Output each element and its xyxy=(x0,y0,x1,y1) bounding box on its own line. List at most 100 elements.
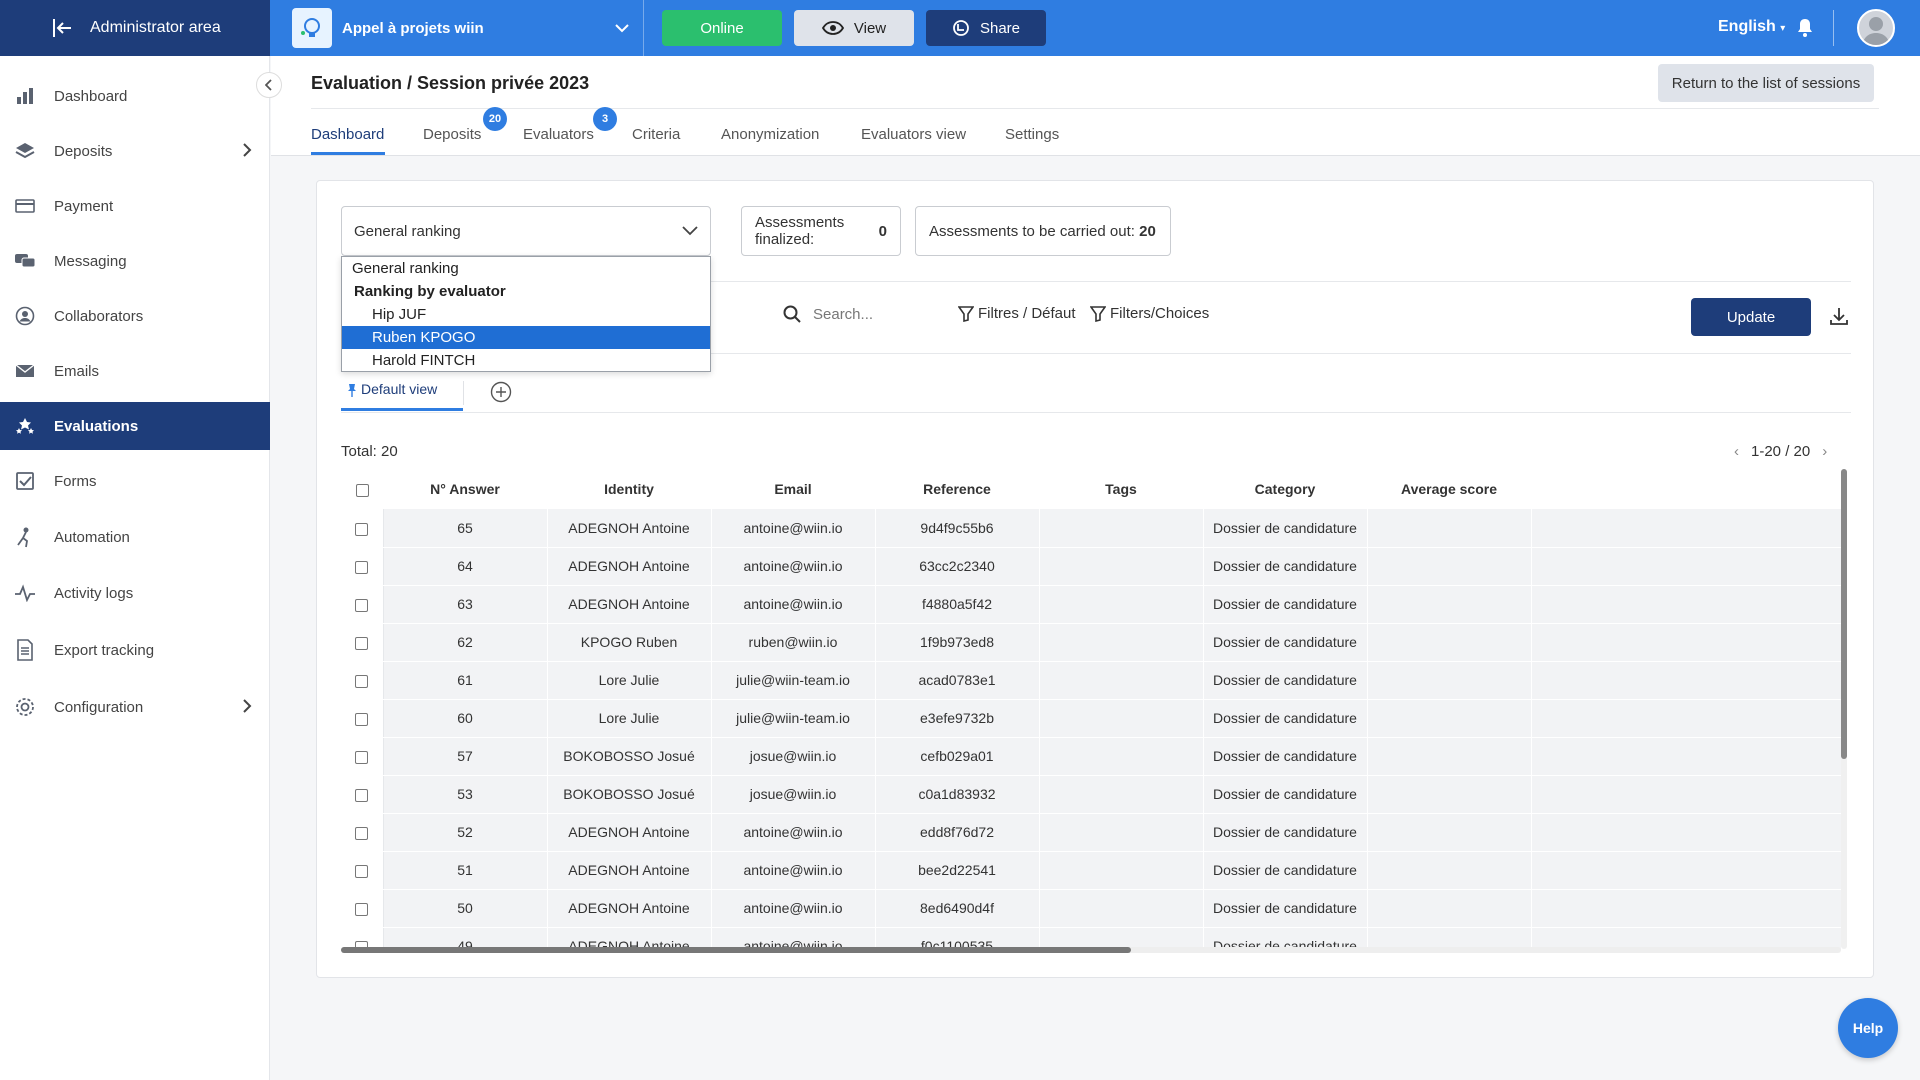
sidebar-item-payment[interactable]: Payment xyxy=(0,182,270,230)
table-cell-empty xyxy=(1531,661,1841,700)
sidebar-item-dashboard[interactable]: Dashboard xyxy=(0,72,270,120)
download-icon[interactable] xyxy=(1829,306,1849,331)
table-cell xyxy=(1039,623,1204,662)
table-row[interactable]: 63 ADEGNOH Antoine antoine@wiin.io f4880a5f… xyxy=(341,585,1841,624)
table-cell xyxy=(1367,889,1532,928)
table-row[interactable]: 52 ADEGNOH Antoine antoine@wiin.io edd8f76d… xyxy=(341,813,1841,852)
top-bar: Administrator area Appel à projets wiin … xyxy=(0,0,1920,56)
table-row[interactable]: 65 ADEGNOH Antoine antoine@wiin.io 9d4f9c55… xyxy=(341,509,1841,548)
sidebar-item-messaging[interactable]: Messaging xyxy=(0,237,270,285)
admin-area-link[interactable]: Administrator area xyxy=(0,0,270,56)
search-placeholder: Search... xyxy=(813,305,874,323)
horizontal-scrollbar[interactable] xyxy=(341,947,1841,953)
sidebar-item-emails[interactable]: Emails xyxy=(0,347,270,395)
row-checkbox[interactable] xyxy=(355,864,369,878)
filter-choices-button[interactable]: Filters/Choices xyxy=(1090,305,1209,322)
table-row[interactable]: 57 BOKOBOSSO Josué josue@wiin.io cefb029a01… xyxy=(341,737,1841,776)
view-tab-default[interactable]: Default view xyxy=(341,381,463,411)
row-checkbox[interactable] xyxy=(355,750,369,764)
sidebar-item-deposits[interactable]: Deposits xyxy=(0,127,270,175)
chevron-left-icon[interactable]: ‹ xyxy=(1734,443,1739,460)
chat-icon xyxy=(14,250,36,272)
search-input[interactable]: Search... xyxy=(783,305,873,323)
tab-settings[interactable]: Settings xyxy=(1005,126,1059,143)
table-row[interactable]: 62 KPOGO Ruben ruben@wiin.io 1f9b973ed8 Doss… xyxy=(341,623,1841,662)
table-row[interactable]: 49 ADEGNOH Antoine antoine@wiin.io f0c11005… xyxy=(341,927,1841,949)
row-checkbox[interactable] xyxy=(355,560,369,574)
ranking-option-evaluator[interactable]: Ruben KPOGO xyxy=(342,326,710,349)
ranking-select[interactable]: General ranking xyxy=(341,206,711,256)
tab-evaluators-view[interactable]: Evaluators view xyxy=(861,126,966,143)
bell-icon[interactable] xyxy=(1796,18,1814,43)
sidebar-item-export-tracking[interactable]: Export tracking xyxy=(0,626,270,674)
row-select-cell xyxy=(341,737,384,776)
view-button[interactable]: View xyxy=(794,10,914,46)
table-row[interactable]: 64 ADEGNOH Antoine antoine@wiin.io 63cc2c23… xyxy=(341,547,1841,586)
table-cell: antoine@wiin.io xyxy=(711,509,876,548)
sidebar-item-label: Forms xyxy=(54,472,97,490)
tab-evaluators[interactable]: Evaluators xyxy=(523,126,594,143)
language-selector[interactable]: English ▾ xyxy=(1718,18,1785,36)
sidebar-item-label: Collaborators xyxy=(54,307,144,325)
sidebar-item-label: Payment xyxy=(54,197,114,215)
scrollbar-thumb[interactable] xyxy=(341,947,1131,953)
table-row[interactable]: 50 ADEGNOH Antoine antoine@wiin.io 8ed6490d… xyxy=(341,889,1841,928)
sidebar-item-activity-logs[interactable]: Activity logs xyxy=(0,569,270,617)
column-header[interactable]: Category xyxy=(1203,469,1367,509)
help-button[interactable]: Help xyxy=(1838,998,1898,1058)
sidebar-item-automation[interactable]: Automation xyxy=(0,513,270,561)
table-cell: f0c1100535 xyxy=(875,927,1040,949)
select-all-checkbox[interactable] xyxy=(355,483,369,497)
tab-criteria[interactable]: Criteria xyxy=(632,126,680,143)
vertical-scrollbar[interactable] xyxy=(1841,469,1847,949)
divider xyxy=(1833,10,1834,46)
table-cell: Dossier de candidature xyxy=(1203,889,1368,928)
column-header[interactable]: Email xyxy=(711,469,875,509)
column-header[interactable]: Reference xyxy=(875,469,1039,509)
column-header[interactable]: Average score xyxy=(1367,469,1531,509)
tab-deposits[interactable]: Deposits xyxy=(423,126,481,143)
ranking-option-general[interactable]: General ranking xyxy=(342,257,710,280)
ranking-dropdown: General ranking Ranking by evaluator Hip… xyxy=(341,256,711,372)
table-cell xyxy=(1367,509,1532,548)
avatar[interactable] xyxy=(1857,9,1895,47)
return-to-sessions-button[interactable]: Return to the list of sessions xyxy=(1658,64,1874,102)
filter-default-button[interactable]: Filtres / Défaut xyxy=(958,305,1076,322)
row-checkbox[interactable] xyxy=(355,522,369,536)
tab-dashboard[interactable]: Dashboard xyxy=(311,126,384,143)
sidebar-item-collaborators[interactable]: Collaborators xyxy=(0,292,270,340)
sidebar-item-configuration[interactable]: Configuration xyxy=(0,683,270,731)
table-row[interactable]: 51 ADEGNOH Antoine antoine@wiin.io bee2d225… xyxy=(341,851,1841,890)
sidebar-item-forms[interactable]: Forms xyxy=(0,457,270,505)
share-button[interactable]: Share xyxy=(926,10,1046,46)
column-header[interactable]: Tags xyxy=(1039,469,1203,509)
sidebar-item-evaluations[interactable]: Evaluations xyxy=(0,402,270,450)
ranking-select-value: General ranking xyxy=(354,222,461,240)
row-checkbox[interactable] xyxy=(355,712,369,726)
sidebar-collapse-button[interactable] xyxy=(256,72,282,98)
online-button[interactable]: Online xyxy=(662,10,782,46)
row-checkbox[interactable] xyxy=(355,788,369,802)
chevron-right-icon[interactable]: › xyxy=(1822,443,1827,460)
tab-anonymization[interactable]: Anonymization xyxy=(721,126,819,143)
row-checkbox[interactable] xyxy=(355,598,369,612)
admin-area-label: Administrator area xyxy=(90,19,221,36)
row-checkbox[interactable] xyxy=(355,674,369,688)
ranking-option-evaluator[interactable]: Hip JUF xyxy=(342,303,710,326)
table-row[interactable]: 53 BOKOBOSSO Josué josue@wiin.io c0a1d83932… xyxy=(341,775,1841,814)
ranking-option-evaluator[interactable]: Harold FINTCH xyxy=(342,349,710,372)
table-row[interactable]: 61 Lore Julie julie@wiin-team.io acad0783e1… xyxy=(341,661,1841,700)
row-checkbox[interactable] xyxy=(355,636,369,650)
add-view-icon[interactable] xyxy=(490,381,512,408)
chevron-right-icon xyxy=(242,143,252,161)
checkbox-icon xyxy=(14,470,36,492)
table-cell: julie@wiin-team.io xyxy=(711,699,876,738)
scrollbar-thumb[interactable] xyxy=(1841,469,1847,759)
row-checkbox[interactable] xyxy=(355,902,369,916)
row-checkbox[interactable] xyxy=(355,826,369,840)
update-button[interactable]: Update xyxy=(1691,298,1811,336)
column-header[interactable]: Identity xyxy=(547,469,711,509)
column-header[interactable]: N° Answer xyxy=(383,469,547,509)
table-row[interactable]: 60 Lore Julie julie@wiin-team.io e3efe9732b… xyxy=(341,699,1841,738)
project-selector[interactable]: Appel à projets wiin xyxy=(270,0,644,56)
